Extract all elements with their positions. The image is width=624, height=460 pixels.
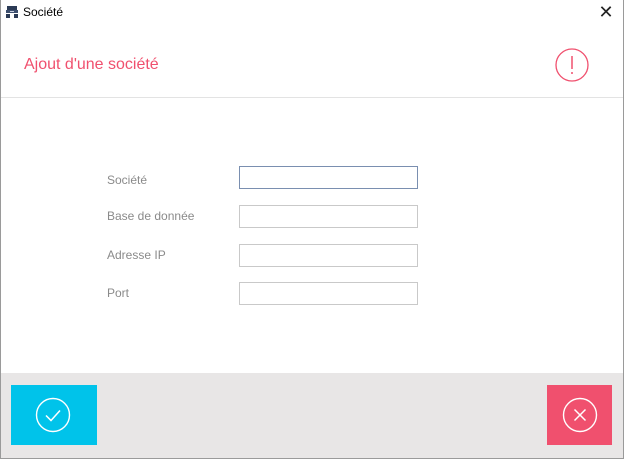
window-title: Société — [23, 5, 64, 19]
dialog-window: Société ✕ Ajout d'une société Société Ba… — [0, 0, 624, 459]
confirm-button[interactable] — [11, 385, 97, 445]
dialog-header: Ajout d'une société — [1, 26, 623, 98]
cancel-icon — [562, 397, 598, 433]
company-input[interactable] — [239, 166, 418, 189]
database-input[interactable] — [239, 205, 418, 228]
page-title: Ajout d'une société — [24, 56, 159, 73]
company-label: Société — [107, 173, 148, 187]
port-label: Port — [107, 286, 130, 300]
database-icon — [6, 6, 18, 18]
ip-address-label: Adresse IP — [107, 248, 166, 262]
port-input[interactable] — [239, 282, 418, 305]
close-icon[interactable]: ✕ — [597, 2, 615, 22]
ip-address-input[interactable] — [239, 244, 418, 267]
cancel-button[interactable] — [547, 385, 612, 445]
title-bar: Société ✕ — [1, 0, 623, 26]
check-icon — [35, 397, 71, 433]
alert-icon — [555, 48, 589, 82]
dialog-footer — [1, 373, 623, 458]
database-label: Base de donnée — [107, 209, 195, 223]
